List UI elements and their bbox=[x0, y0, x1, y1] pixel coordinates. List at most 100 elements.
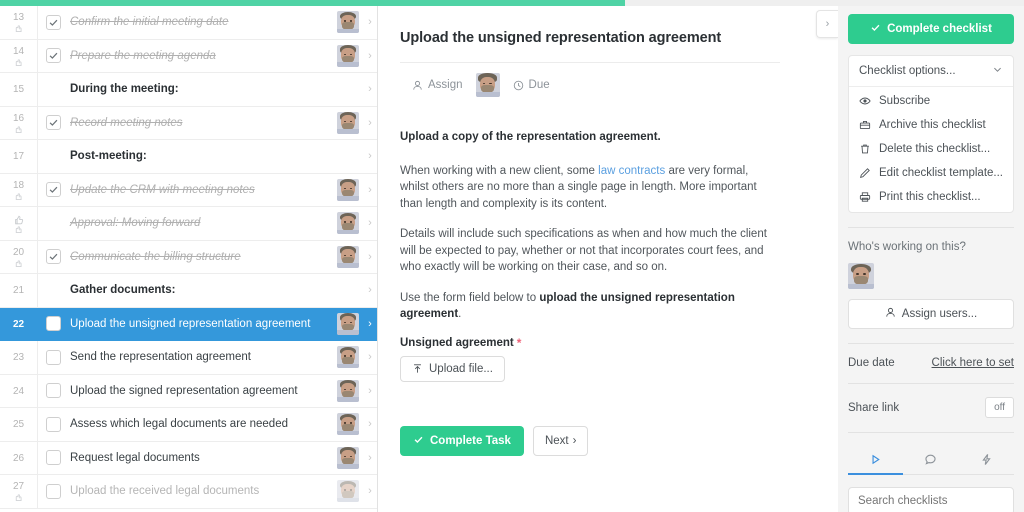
due-date-set-link[interactable]: Click here to set bbox=[932, 357, 1014, 369]
menu-item-archive-this-checklist[interactable]: Archive this checklist bbox=[849, 113, 1013, 137]
menu-item-subscribe[interactable]: Subscribe bbox=[849, 87, 1013, 113]
task-checkbox[interactable] bbox=[45, 48, 61, 64]
task-row[interactable]: 25 Assess which legal documents are neede… bbox=[0, 408, 377, 442]
law-contracts-link[interactable]: law contracts bbox=[598, 165, 665, 177]
task-checkbox-cell[interactable] bbox=[38, 375, 68, 408]
upload-file-label: Upload file... bbox=[429, 362, 493, 375]
checklist-task-list[interactable]: 13 Confirm the initial meeting date › 14 Pre… bbox=[0, 0, 378, 512]
task-checkbox-cell[interactable] bbox=[38, 341, 68, 374]
menu-item-edit-checklist-template[interactable]: Edit checklist template... bbox=[849, 161, 1013, 185]
task-checkbox-cell[interactable] bbox=[38, 475, 68, 508]
chevron-right-icon[interactable]: › bbox=[363, 107, 377, 140]
menu-item-delete-this-checklist[interactable]: Delete this checklist... bbox=[849, 137, 1013, 161]
chevron-right-icon[interactable]: › bbox=[363, 40, 377, 73]
task-checkbox-cell[interactable] bbox=[38, 207, 68, 240]
task-label: Send the representation agreement bbox=[70, 351, 251, 364]
tab-automations[interactable] bbox=[959, 446, 1014, 475]
avatar[interactable] bbox=[337, 11, 359, 34]
avatar[interactable] bbox=[337, 178, 359, 201]
chevron-right-icon[interactable]: › bbox=[363, 341, 377, 374]
avatar[interactable] bbox=[337, 446, 359, 469]
avatar[interactable] bbox=[848, 263, 874, 289]
task-checkbox-cell[interactable] bbox=[38, 40, 68, 73]
task-checkbox-cell[interactable] bbox=[38, 174, 68, 207]
task-row[interactable]: 16 Record meeting notes › bbox=[0, 106, 377, 140]
tab-comments[interactable] bbox=[903, 446, 958, 475]
upload-file-button[interactable]: Upload file... bbox=[400, 355, 505, 382]
assign-users-button[interactable]: Assign users... bbox=[848, 299, 1014, 329]
task-row[interactable]: 20 Communicate the billing structure › bbox=[0, 240, 377, 274]
task-row[interactable]: 13 Confirm the initial meeting date › bbox=[0, 6, 377, 40]
task-row[interactable]: 23 Send the representation agreement › bbox=[0, 341, 377, 375]
avatar[interactable] bbox=[337, 111, 359, 134]
task-row[interactable]: 15 During the meeting: › bbox=[0, 73, 377, 107]
task-avatar-cell bbox=[333, 73, 363, 106]
checklist-options-dropdown[interactable]: Checklist options... bbox=[849, 56, 1013, 87]
avatar[interactable] bbox=[337, 413, 359, 436]
task-checkbox-cell[interactable] bbox=[38, 442, 68, 475]
task-row[interactable]: 17 Post-meeting: › bbox=[0, 140, 377, 174]
task-row[interactable]: 26 Request legal documents › bbox=[0, 441, 377, 475]
task-row[interactable]: 14 Prepare the meeting agenda › bbox=[0, 39, 377, 73]
task-checkbox[interactable] bbox=[45, 182, 61, 198]
chevron-right-icon[interactable]: › bbox=[363, 274, 377, 307]
task-row[interactable]: 24 Upload the signed representation agree… bbox=[0, 374, 377, 408]
task-checkbox[interactable] bbox=[45, 249, 61, 265]
avatar[interactable] bbox=[337, 44, 359, 67]
avatar[interactable] bbox=[337, 245, 359, 268]
task-checkbox[interactable] bbox=[45, 416, 61, 432]
avatar[interactable] bbox=[337, 212, 359, 235]
chevron-right-icon[interactable]: › bbox=[363, 241, 377, 274]
task-checkbox[interactable] bbox=[45, 115, 61, 131]
chevron-right-icon[interactable]: › bbox=[363, 475, 377, 508]
task-avatar-cell bbox=[333, 308, 363, 341]
due-button[interactable]: Due bbox=[513, 79, 550, 91]
chevron-right-icon[interactable]: › bbox=[363, 6, 377, 39]
complete-checklist-button[interactable]: Complete checklist bbox=[848, 14, 1014, 44]
avatar[interactable] bbox=[337, 379, 359, 402]
chevron-right-icon[interactable]: › bbox=[363, 442, 377, 475]
task-label: Update the CRM with meeting notes bbox=[70, 183, 255, 196]
task-checkbox[interactable] bbox=[45, 349, 61, 365]
chevron-right-icon[interactable]: › bbox=[363, 140, 377, 173]
menu-item-print-this-checklist[interactable]: Print this checklist... bbox=[849, 185, 1013, 212]
task-checkbox[interactable] bbox=[45, 14, 61, 30]
task-checkbox-cell[interactable] bbox=[38, 308, 68, 341]
task-checkbox-cell[interactable] bbox=[38, 408, 68, 441]
next-task-button[interactable]: Next › bbox=[532, 425, 589, 456]
task-label: During the meeting: bbox=[70, 83, 179, 96]
avatar[interactable] bbox=[475, 73, 500, 97]
task-row[interactable]: 22 Upload the unsigned representation agr… bbox=[0, 307, 377, 341]
task-row[interactable]: 18 Update the CRM with meeting notes › bbox=[0, 173, 377, 207]
task-checkbox[interactable] bbox=[45, 450, 61, 466]
chevron-right-icon[interactable]: › bbox=[363, 73, 377, 106]
task-checkbox-cell[interactable] bbox=[38, 274, 68, 307]
task-checkbox-cell[interactable] bbox=[38, 73, 68, 106]
avatar[interactable] bbox=[337, 312, 359, 335]
avatar[interactable] bbox=[337, 480, 359, 503]
task-checkbox-cell[interactable] bbox=[38, 6, 68, 39]
chevron-right-icon[interactable]: › bbox=[363, 207, 377, 240]
task-checkbox-cell[interactable] bbox=[38, 107, 68, 140]
task-checkbox-cell[interactable] bbox=[38, 241, 68, 274]
chevron-right-icon[interactable]: › bbox=[363, 375, 377, 408]
task-row[interactable]: Approval: Moving forward › bbox=[0, 207, 377, 241]
task-checkbox[interactable] bbox=[45, 483, 61, 499]
task-row[interactable]: 27 Upload the received legal documents › bbox=[0, 475, 377, 509]
chevron-right-icon: › bbox=[825, 18, 830, 30]
task-checkbox-cell[interactable] bbox=[38, 140, 68, 173]
task-checkbox[interactable] bbox=[45, 383, 61, 399]
avatar[interactable] bbox=[337, 346, 359, 369]
chevron-right-icon[interactable]: › bbox=[363, 174, 377, 207]
share-link-toggle[interactable]: off bbox=[985, 397, 1014, 418]
chevron-right-icon[interactable]: › bbox=[363, 408, 377, 441]
assign-button[interactable]: Assign bbox=[412, 79, 463, 91]
task-number: 15 bbox=[12, 84, 25, 96]
chevron-right-icon[interactable]: › bbox=[363, 308, 377, 341]
collapse-panel-button[interactable]: › bbox=[816, 10, 838, 38]
tab-activity[interactable] bbox=[848, 446, 904, 475]
complete-task-button[interactable]: Complete Task bbox=[400, 425, 524, 456]
task-row[interactable]: 21 Gather documents: › bbox=[0, 274, 377, 308]
search-checklists-input[interactable] bbox=[848, 487, 1014, 512]
task-checkbox[interactable] bbox=[45, 316, 61, 332]
